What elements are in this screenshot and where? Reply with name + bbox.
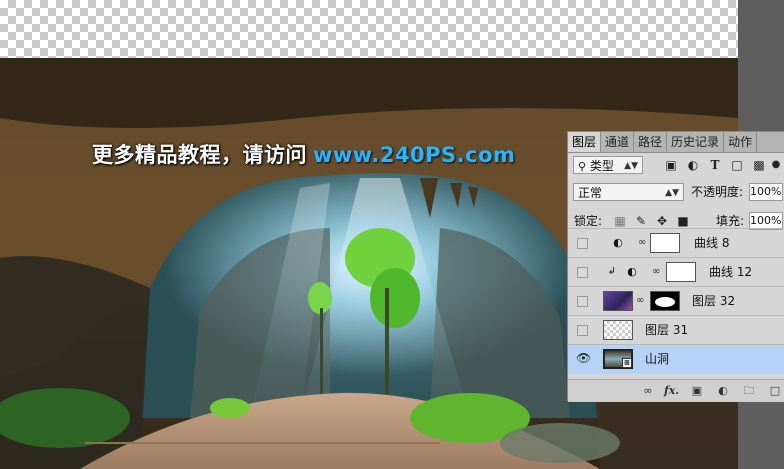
layer-thumbnail[interactable]	[603, 320, 633, 340]
clipping-arrow-icon: ↲	[607, 266, 617, 277]
filter-type-select[interactable]: ⚲ 类型 ▲▼	[573, 156, 643, 174]
search-icon: ⚲	[578, 160, 587, 173]
add-mask-icon[interactable]: ▣	[690, 384, 704, 398]
smart-object-badge-icon: ▩	[622, 358, 632, 368]
layer-thumbnail[interactable]: ▩	[603, 349, 633, 369]
filter-type-label: 类型	[589, 159, 614, 173]
tab-paths[interactable]: 路径	[634, 132, 668, 152]
lock-all-icon[interactable]: ■	[675, 213, 691, 229]
tab-layers[interactable]: 图层	[568, 132, 602, 152]
layer-mask-thumbnail[interactable]	[666, 262, 696, 282]
visibility-toggle[interactable]	[577, 296, 588, 307]
tab-actions[interactable]: 动作	[724, 132, 758, 152]
layer-name[interactable]: 曲线 12	[709, 265, 752, 279]
layer-row[interactable]: ◐ ∞ 曲线 8	[568, 228, 784, 258]
lock-image-icon[interactable]: ✎	[633, 213, 649, 229]
panel-tabs: 图层 通道 路径 历史记录 动作	[568, 132, 784, 153]
layers-panel: 图层 通道 路径 历史记录 动作 ⚲ 类型 ▲▼ ▣ ◐ T □ ▩ ● 正常 …	[567, 131, 784, 402]
lock-transparent-icon[interactable]: ▦	[612, 213, 628, 229]
link-icon: ∞	[636, 295, 645, 306]
eye-icon[interactable]: 👁	[576, 352, 591, 364]
adjustment-layer-icon: ◐	[613, 236, 623, 249]
visibility-toggle[interactable]	[577, 267, 588, 278]
layer-name[interactable]: 山洞	[645, 352, 669, 366]
type-filter-icon[interactable]: T	[707, 157, 723, 173]
watermark-cn: 更多精品教程，请访问	[92, 143, 307, 167]
fx-icon[interactable]: fx.	[664, 384, 679, 398]
layer-row[interactable]: ∞ 图层 32	[568, 286, 784, 316]
layer-name[interactable]: 曲线 8	[694, 236, 729, 250]
shape-filter-icon[interactable]: □	[729, 157, 745, 173]
visibility-toggle[interactable]	[577, 325, 588, 336]
visibility-toggle[interactable]	[577, 238, 588, 249]
link-icon: ∞	[652, 266, 661, 277]
lock-position-icon[interactable]: ✥	[654, 213, 670, 229]
chevron-updown-icon: ▲▼	[624, 161, 638, 171]
layer-name[interactable]: 图层 31	[645, 323, 688, 337]
watermark-url: www.240PS.com	[313, 143, 516, 167]
layer-name[interactable]: 图层 32	[692, 294, 735, 308]
new-layer-icon[interactable]: □	[768, 384, 782, 398]
tab-history[interactable]: 历史记录	[667, 132, 725, 152]
adjustment-filter-icon[interactable]: ◐	[685, 157, 701, 173]
new-group-icon[interactable]: 🗀	[742, 384, 756, 398]
layers-list: ◐ ∞ 曲线 8 ↲ ◐ ∞ 曲线 12 ∞ 图层 32 图层 31 👁 ▩ 山…	[568, 228, 784, 374]
filter-toggle-icon[interactable]: ●	[768, 157, 784, 173]
image-filter-icon[interactable]: ▣	[663, 157, 679, 173]
layer-mask-thumbnail[interactable]	[650, 291, 680, 311]
filter-row: ⚲ 类型 ▲▼ ▣ ◐ T □ ▩ ●	[568, 154, 784, 176]
opacity-input[interactable]: 100%	[749, 183, 783, 201]
mask-shape	[655, 297, 675, 307]
blend-mode-value: 正常	[578, 186, 603, 200]
layer-row[interactable]: ↲ ◐ ∞ 曲线 12	[568, 257, 784, 287]
watermark-text: 更多精品教程，请访问 www.240PS.com	[92, 139, 515, 169]
opacity-label: 不透明度:	[691, 185, 744, 199]
layer-mask-thumbnail[interactable]	[650, 233, 680, 253]
blend-row: 正常 ▲▼ 不透明度: 100%	[568, 181, 784, 203]
blend-mode-select[interactable]: 正常 ▲▼	[573, 183, 684, 201]
transparent-area	[0, 0, 738, 58]
adjustment-layer-icon: ◐	[627, 265, 637, 278]
layer-row-selected[interactable]: 👁 ▩ 山洞	[568, 344, 784, 374]
smart-object-filter-icon[interactable]: ▩	[751, 157, 767, 173]
chevron-updown-icon: ▲▼	[665, 188, 679, 198]
layer-row[interactable]: 图层 31	[568, 315, 784, 345]
panel-footer: ∞ fx. ▣ ◐ 🗀 □	[568, 379, 784, 402]
link-layers-icon[interactable]: ∞	[641, 384, 655, 398]
new-adjustment-icon[interactable]: ◐	[716, 384, 730, 398]
tab-channels[interactable]: 通道	[601, 132, 635, 152]
layer-thumbnail[interactable]	[603, 291, 633, 311]
link-icon: ∞	[638, 237, 647, 248]
